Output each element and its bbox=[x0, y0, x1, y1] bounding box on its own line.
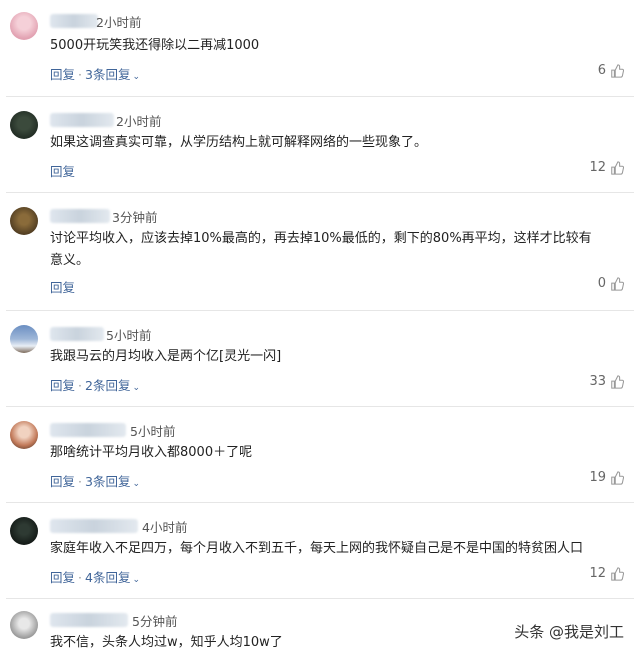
comment-actions: 回复 · 2条回复 ⌄ bbox=[50, 378, 140, 393]
like-count: 33 bbox=[589, 374, 606, 389]
thumbs-up-icon bbox=[611, 470, 624, 485]
comment-item: 5小时前 那啥统计平均月收入都8000＋了呢 回复 · 3条回复 ⌄ 19 bbox=[0, 407, 640, 503]
chevron-down-icon: ⌄ bbox=[132, 479, 140, 489]
view-replies-link[interactable]: 4条回复 ⌄ bbox=[85, 570, 140, 585]
watermark: 头条 @我是刘工 bbox=[514, 623, 624, 641]
reply-button[interactable]: 回复 bbox=[50, 474, 75, 489]
comment-text: 家庭年收入不足四万，每个月收入不到五千，每天上网的我怀疑自己是不是中国的特贫困人… bbox=[50, 541, 584, 556]
comment-item: 2小时前 5000开玩笑我还得除以二再减1000 回复 · 3条回复 ⌄ 6 bbox=[0, 0, 640, 97]
thumbs-up-icon bbox=[611, 566, 624, 581]
reply-button[interactable]: 回复 bbox=[50, 570, 75, 585]
comment-time: 5分钟前 bbox=[132, 614, 178, 629]
like-count: 0 bbox=[597, 276, 606, 291]
comment-actions: 回复 bbox=[50, 277, 75, 296]
comment-actions: 回复 · 3条回复 ⌄ bbox=[50, 474, 140, 489]
comment-item: 2小时前 如果这调查真实可靠，从学历结构上就可解释网络的一些现象了。 回复 12 bbox=[0, 97, 640, 193]
username-blurred[interactable] bbox=[50, 14, 98, 28]
comment-time: 4小时前 bbox=[142, 520, 188, 535]
view-replies-link[interactable]: 2条回复 ⌄ bbox=[85, 378, 140, 393]
like-button[interactable]: 12 bbox=[589, 566, 624, 581]
comment-actions: 回复 · 4条回复 ⌄ bbox=[50, 570, 140, 585]
reply-button[interactable]: 回复 bbox=[50, 280, 75, 295]
avatar[interactable] bbox=[10, 12, 38, 40]
avatar[interactable] bbox=[10, 325, 38, 353]
comment-time: 2小时前 bbox=[116, 114, 162, 129]
like-count: 19 bbox=[589, 470, 606, 485]
comment-text: 那啥统计平均月收入都8000＋了呢 bbox=[50, 445, 253, 460]
chevron-down-icon: ⌄ bbox=[132, 72, 140, 82]
chevron-down-icon: ⌄ bbox=[132, 383, 140, 393]
comment-time: 2小时前 bbox=[96, 15, 142, 30]
thumbs-up-icon bbox=[611, 374, 624, 389]
comment-item: 4小时前 家庭年收入不足四万，每个月收入不到五千，每天上网的我怀疑自己是不是中国… bbox=[0, 503, 640, 599]
username-blurred[interactable] bbox=[50, 423, 126, 437]
comment-time: 3分钟前 bbox=[112, 210, 158, 225]
avatar[interactable] bbox=[10, 611, 38, 639]
avatar[interactable] bbox=[10, 421, 38, 449]
view-replies-link[interactable]: 3条回复 ⌄ bbox=[85, 474, 140, 489]
avatar[interactable] bbox=[10, 111, 38, 139]
chevron-down-icon: ⌄ bbox=[132, 575, 140, 585]
comment-item: 3分钟前 讨论平均收入，应该去掉10%最高的，再去掉10%最低的，剩下的80%再… bbox=[0, 193, 640, 311]
thumbs-up-icon bbox=[611, 160, 624, 175]
like-count: 12 bbox=[589, 160, 606, 175]
comment-time: 5小时前 bbox=[130, 424, 176, 439]
username-blurred[interactable] bbox=[50, 113, 114, 127]
username-blurred[interactable] bbox=[50, 209, 110, 223]
like-button[interactable]: 0 bbox=[598, 276, 624, 291]
like-count: 6 bbox=[597, 63, 606, 78]
reply-button[interactable]: 回复 bbox=[50, 164, 75, 179]
like-button[interactable]: 19 bbox=[589, 470, 624, 485]
comment-actions: 回复 bbox=[50, 161, 75, 180]
comment-text: 如果这调查真实可靠，从学历结构上就可解释网络的一些现象了。 bbox=[50, 135, 428, 150]
comment-text: 5000开玩笑我还得除以二再减1000 bbox=[50, 38, 260, 53]
thumbs-up-icon bbox=[611, 63, 624, 78]
view-replies-link[interactable]: 3条回复 ⌄ bbox=[85, 67, 140, 82]
like-button[interactable]: 12 bbox=[589, 160, 624, 175]
avatar[interactable] bbox=[10, 207, 38, 235]
like-button[interactable]: 6 bbox=[598, 63, 624, 78]
username-blurred[interactable] bbox=[50, 327, 104, 341]
reply-button[interactable]: 回复 bbox=[50, 67, 75, 82]
comment-item: 5小时前 我跟马云的月均收入是两个亿[灵光一闪] 回复 · 2条回复 ⌄ 33 bbox=[0, 311, 640, 407]
reply-button[interactable]: 回复 bbox=[50, 378, 75, 393]
comment-actions: 回复 · 3条回复 ⌄ bbox=[50, 67, 140, 82]
username-blurred[interactable] bbox=[50, 519, 138, 533]
avatar[interactable] bbox=[10, 517, 38, 545]
like-button[interactable]: 33 bbox=[589, 374, 624, 389]
comment-time: 5小时前 bbox=[106, 328, 152, 343]
thumbs-up-icon bbox=[611, 276, 624, 291]
comment-text: 我跟马云的月均收入是两个亿[灵光一闪] bbox=[50, 349, 282, 364]
username-blurred[interactable] bbox=[50, 613, 128, 627]
comment-text: 讨论平均收入，应该去掉10%最高的，再去掉10%最低的，剩下的80%再平均，这样… bbox=[50, 231, 592, 268]
like-count: 12 bbox=[589, 566, 606, 581]
